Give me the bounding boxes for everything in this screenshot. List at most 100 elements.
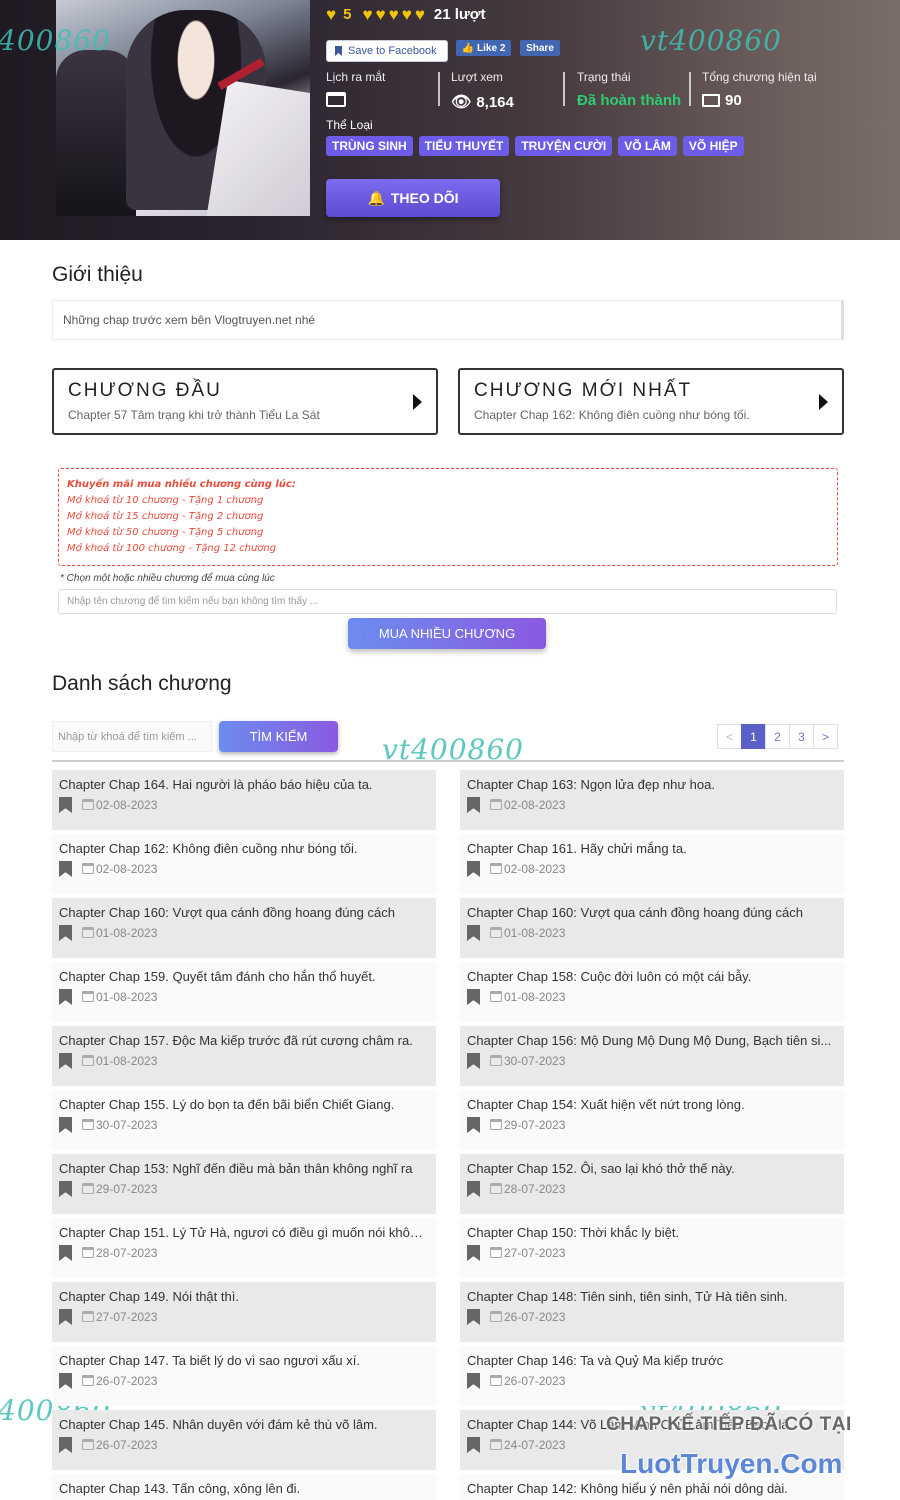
chapter-title[interactable]: Chapter Chap 160: Vượt qua cánh đồng hoa… bbox=[467, 905, 837, 920]
chapter-item[interactable]: Chapter Chap 153: Nghĩ đến điều mà bản t… bbox=[52, 1154, 436, 1214]
chapter-item[interactable]: Chapter Chap 143. Tấn công, xông lên đi. bbox=[52, 1474, 436, 1500]
heart-icon[interactable]: ♥ bbox=[376, 6, 386, 23]
bookmark-icon[interactable] bbox=[59, 925, 72, 941]
bookmark-icon[interactable] bbox=[467, 1309, 480, 1325]
first-chapter-card[interactable]: CHƯƠNG ĐẦU Chapter 57 Tâm trạng khi trở … bbox=[52, 368, 438, 435]
bookmark-icon[interactable] bbox=[467, 861, 480, 877]
chapter-title[interactable]: Chapter Chap 142: Không hiểu ý nên phải … bbox=[467, 1481, 837, 1496]
chapter-title[interactable]: Chapter Chap 163: Ngọn lửa đẹp như hoa. bbox=[467, 777, 837, 792]
bookmark-icon[interactable] bbox=[59, 797, 72, 813]
chapter-item[interactable]: Chapter Chap 148: Tiên sinh, tiên sinh, … bbox=[460, 1282, 844, 1342]
chapter-title[interactable]: Chapter Chap 152. Ôi, sao lại khó thở th… bbox=[467, 1161, 837, 1176]
chapter-title[interactable]: Chapter Chap 162: Không điên cuồng như b… bbox=[59, 841, 429, 856]
calendar-icon bbox=[490, 991, 502, 1002]
facebook-share-button[interactable]: Share bbox=[520, 40, 560, 56]
chapter-item[interactable]: Chapter Chap 158: Cuộc đời luôn có một c… bbox=[460, 962, 844, 1022]
chapter-title[interactable]: Chapter Chap 155. Lý do bọn ta đến bãi b… bbox=[59, 1097, 429, 1112]
chapter-title[interactable]: Chapter Chap 148: Tiên sinh, tiên sinh, … bbox=[467, 1289, 837, 1304]
genre-tag[interactable]: TRÙNG SINH bbox=[326, 136, 413, 156]
bookmark-icon[interactable] bbox=[467, 1373, 480, 1389]
bookmark-icon[interactable] bbox=[59, 1373, 72, 1389]
bookmark-icon[interactable] bbox=[467, 1053, 480, 1069]
bookmark-icon[interactable] bbox=[467, 1437, 480, 1453]
chapter-title[interactable]: Chapter Chap 154: Xuất hiện vết nứt tron… bbox=[467, 1097, 837, 1112]
chapter-item[interactable]: Chapter Chap 152. Ôi, sao lại khó thở th… bbox=[460, 1154, 844, 1214]
bookmark-icon[interactable] bbox=[59, 1245, 72, 1261]
chapter-item[interactable]: Chapter Chap 151. Lý Tử Hà, ngươi có điề… bbox=[52, 1218, 436, 1278]
chapter-item[interactable]: Chapter Chap 146: Ta và Quỷ Ma kiếp trướ… bbox=[460, 1346, 844, 1406]
page-3-button[interactable]: 3 bbox=[789, 724, 814, 749]
facebook-save-button[interactable]: Save to Facebook bbox=[326, 40, 448, 62]
calendar-icon bbox=[82, 1055, 94, 1066]
latest-chapter-card[interactable]: CHƯƠNG MỚI NHẤT Chapter Chap 162: Không … bbox=[458, 368, 844, 435]
chapter-title[interactable]: Chapter Chap 146: Ta và Quỷ Ma kiếp trướ… bbox=[467, 1353, 837, 1368]
chapter-item[interactable]: Chapter Chap 156: Mộ Dung Mộ Dung Mộ Dun… bbox=[460, 1026, 844, 1086]
page-2-button[interactable]: 2 bbox=[765, 724, 790, 749]
chapter-title[interactable]: Chapter Chap 147. Ta biết lý do vì sao n… bbox=[59, 1353, 429, 1368]
bookmark-icon[interactable] bbox=[467, 1181, 480, 1197]
chapter-item[interactable]: Chapter Chap 155. Lý do bọn ta đến bãi b… bbox=[52, 1090, 436, 1150]
chapter-title[interactable]: Chapter Chap 153: Nghĩ đến điều mà bản t… bbox=[59, 1161, 429, 1176]
bookmark-icon[interactable] bbox=[59, 989, 72, 1005]
chapter-title[interactable]: Chapter Chap 156: Mộ Dung Mộ Dung Mộ Dun… bbox=[467, 1033, 837, 1048]
genre-tag[interactable]: TIỂU THUYẾT bbox=[418, 136, 510, 156]
bookmark-icon[interactable] bbox=[467, 1245, 480, 1261]
heart-icon[interactable]: ♥ bbox=[402, 6, 412, 23]
ad-link[interactable]: LuotTruyen.Com bbox=[620, 1448, 842, 1480]
chapter-title[interactable]: Chapter Chap 158: Cuộc đời luôn có một c… bbox=[467, 969, 837, 984]
facebook-like-button[interactable]: 👍 Like 2 bbox=[456, 40, 511, 56]
chapter-item[interactable]: Chapter Chap 157. Độc Ma kiếp trước đã r… bbox=[52, 1026, 436, 1086]
chapter-item[interactable]: Chapter Chap 164. Hai người là pháo báo … bbox=[52, 770, 436, 830]
genre-tag[interactable]: VÕ HIỆP bbox=[682, 136, 744, 156]
bookmark-icon[interactable] bbox=[59, 861, 72, 877]
chapter-title[interactable]: Chapter Chap 159. Quyết tâm đánh cho hắn… bbox=[59, 969, 429, 984]
genre-tag[interactable]: TRUYỆN CƯỜI bbox=[515, 136, 613, 156]
chapter-item[interactable]: Chapter Chap 149. Nói thật thì. 27-07-202… bbox=[52, 1282, 436, 1342]
chapter-meta: 01-08-2023 bbox=[59, 925, 429, 941]
bookmark-icon[interactable] bbox=[467, 989, 480, 1005]
chapter-meta: 01-08-2023 bbox=[467, 989, 837, 1005]
chapter-search-input[interactable]: Nhập từ khoá để tìm kiếm ... bbox=[52, 721, 212, 752]
heart-icon[interactable]: ♥ bbox=[362, 6, 372, 23]
bookmark-icon[interactable] bbox=[59, 1117, 72, 1133]
heart-icon[interactable]: ♥ bbox=[415, 6, 425, 23]
bookmark-icon[interactable] bbox=[59, 1309, 72, 1325]
bookmark-icon[interactable] bbox=[467, 1117, 480, 1133]
chapter-item[interactable]: Chapter Chap 159. Quyết tâm đánh cho hắn… bbox=[52, 962, 436, 1022]
chapter-title[interactable]: Chapter Chap 143. Tấn công, xông lên đi. bbox=[59, 1481, 429, 1496]
chapter-date: 29-07-2023 bbox=[490, 1118, 565, 1132]
bookmark-icon[interactable] bbox=[59, 1053, 72, 1069]
bookmark-icon[interactable] bbox=[59, 1181, 72, 1197]
chapter-title[interactable]: Chapter Chap 150: Thời khắc ly biệt. bbox=[467, 1225, 837, 1240]
chapter-item[interactable]: Chapter Chap 154: Xuất hiện vết nứt tron… bbox=[460, 1090, 844, 1150]
bookmark-icon[interactable] bbox=[59, 1437, 72, 1453]
chapter-title[interactable]: Chapter Chap 149. Nói thật thì. bbox=[59, 1289, 429, 1304]
chapter-title[interactable]: Chapter Chap 160: Vượt qua cánh đồng hoa… bbox=[59, 905, 429, 920]
chapter-item[interactable]: Chapter Chap 160: Vượt qua cánh đồng hoa… bbox=[460, 898, 844, 958]
chapter-item[interactable]: Chapter Chap 161. Hãy chửi mắng ta. 02-08… bbox=[460, 834, 844, 894]
chapter-item[interactable]: Chapter Chap 162: Không điên cuồng như b… bbox=[52, 834, 436, 894]
chapter-title[interactable]: Chapter Chap 161. Hãy chửi mắng ta. bbox=[467, 841, 837, 856]
heart-icon[interactable]: ♥ bbox=[389, 6, 399, 23]
chapter-title[interactable]: Chapter Chap 157. Độc Ma kiếp trước đã r… bbox=[59, 1033, 429, 1048]
genre-tag[interactable]: VÕ LÂM bbox=[618, 136, 677, 156]
search-button[interactable]: TÌM KIẾM bbox=[219, 721, 338, 752]
chapter-title[interactable]: Chapter Chap 151. Lý Tử Hà, ngươi có điề… bbox=[59, 1225, 429, 1240]
calendar-icon bbox=[82, 1375, 94, 1386]
page-1-button[interactable]: 1 bbox=[741, 724, 766, 749]
buy-multiple-button[interactable]: MUA NHIỀU CHƯƠNG bbox=[348, 618, 546, 649]
chapter-title[interactable]: Chapter Chap 164. Hai người là pháo báo … bbox=[59, 777, 429, 792]
chapter-title[interactable]: Chapter Chap 145. Nhân duyên với đám kẻ … bbox=[59, 1417, 429, 1432]
chapter-item[interactable]: Chapter Chap 145. Nhân duyên với đám kẻ … bbox=[52, 1410, 436, 1470]
chapter-purchase-search-input[interactable]: Nhập tên chương để tìm kiếm nếu bạn khôn… bbox=[58, 589, 837, 614]
bookmark-icon[interactable] bbox=[467, 925, 480, 941]
chapter-item[interactable]: Chapter Chap 150: Thời khắc ly biệt. 27-0… bbox=[460, 1218, 844, 1278]
follow-button[interactable]: 🔔 THEO DÕI bbox=[326, 179, 500, 217]
next-page-button[interactable]: > bbox=[813, 724, 838, 749]
prev-page-button[interactable]: < bbox=[717, 724, 742, 749]
chapter-item[interactable]: Chapter Chap 163: Ngọn lửa đẹp như hoa. 0… bbox=[460, 770, 844, 830]
bookmark-icon[interactable] bbox=[467, 797, 480, 813]
chapter-item[interactable]: Chapter Chap 147. Ta biết lý do vì sao n… bbox=[52, 1346, 436, 1406]
chapter-item[interactable]: Chapter Chap 160: Vượt qua cánh đồng hoa… bbox=[52, 898, 436, 958]
calendar-icon bbox=[82, 863, 94, 874]
